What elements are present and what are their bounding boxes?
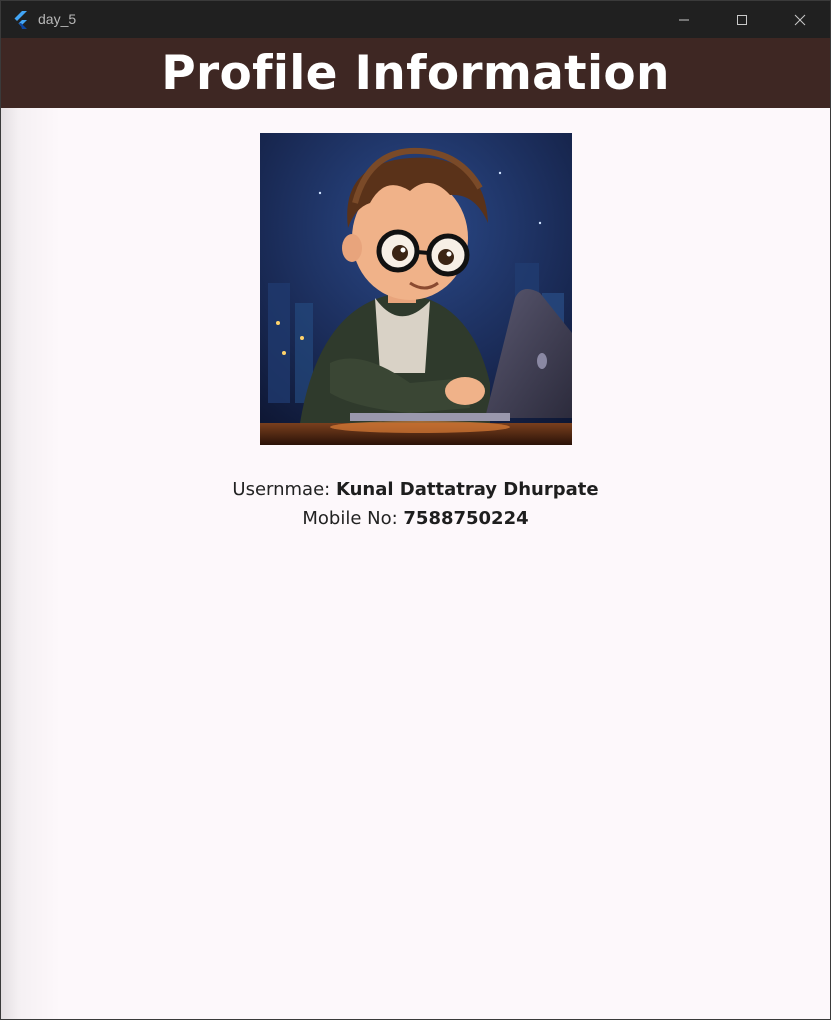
username-row: Usernmae: Kunal Dattatray Dhurpate (1, 475, 830, 504)
app-window: day_5 Profile Information Usernmae: Kuna… (0, 0, 831, 1020)
app-bar: Profile Information (1, 38, 830, 108)
minimize-icon (679, 19, 689, 20)
close-button[interactable] (771, 1, 829, 38)
username-label: Usernmae: (232, 479, 336, 500)
window-title: day_5 (38, 11, 77, 27)
page-title: Profile Information (161, 45, 670, 101)
minimize-button[interactable] (655, 1, 713, 38)
flutter-logo-icon (14, 11, 27, 29)
mobile-value: 7588750224 (403, 508, 529, 529)
cartoon-boy-laptop-avatar (260, 133, 572, 445)
maximize-icon (737, 14, 747, 25)
edge-shadow (1, 108, 61, 1019)
profile-avatar (260, 133, 572, 445)
mobile-row: Mobile No: 7588750224 (1, 504, 830, 533)
username-value: Kunal Dattatray Dhurpate (335, 479, 599, 500)
maximize-button[interactable] (713, 1, 771, 38)
profile-info: Usernmae: Kunal Dattatray Dhurpate Mobil… (1, 475, 830, 533)
close-icon (794, 14, 806, 25)
title-bar[interactable]: day_5 (1, 1, 830, 38)
mobile-label: Mobile No: (302, 508, 404, 529)
